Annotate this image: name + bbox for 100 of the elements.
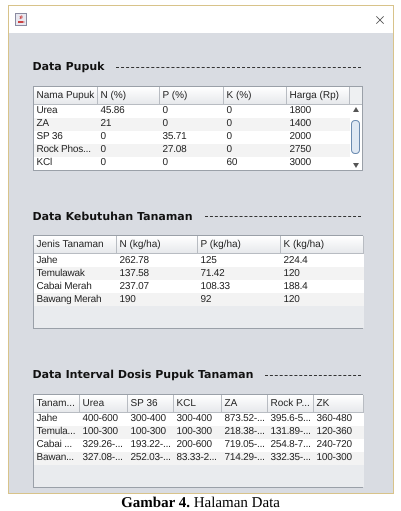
figure-caption: Gambar 4. Halaman Data bbox=[121, 496, 280, 511]
column-header[interactable]: N (kg/ha) bbox=[116, 236, 198, 254]
table-cell-text: 252.03-... bbox=[130, 452, 172, 464]
table-cell-text: 120 bbox=[282, 267, 301, 280]
table-cell-text: 329.26-... bbox=[82, 438, 124, 452]
table-cell-text: 0 bbox=[100, 156, 107, 170]
table-cell-text: 218.38-... bbox=[224, 426, 266, 438]
table-row[interactable]: Cabai Merah 237.07 108.33 188.4 bbox=[34, 280, 364, 293]
table-cell-text: 300-400 bbox=[176, 412, 213, 426]
column-header[interactable]: P (kg/ha) bbox=[198, 236, 280, 254]
scroll-thumb[interactable] bbox=[351, 120, 360, 154]
table-cell-text: 100-300 bbox=[316, 452, 353, 464]
column-header[interactable]: Tanam... bbox=[34, 394, 80, 412]
table-row[interactable]: ZA 21 0 0 1400 bbox=[34, 118, 350, 130]
table-cell-text: 237.07 bbox=[118, 280, 150, 293]
table-cell-text: 131.89-... bbox=[270, 426, 312, 438]
column-header[interactable]: Urea bbox=[80, 394, 128, 412]
column-header[interactable]: Rock P... bbox=[268, 394, 314, 412]
cup-icon bbox=[14, 13, 26, 26]
section-heading: Data Interval Dosis Pupuk Tanaman bbox=[32, 367, 254, 383]
column-header[interactable]: KCL bbox=[174, 394, 222, 412]
table-cell-text: KCl bbox=[36, 156, 54, 170]
table-cell-text: 83.33-2... bbox=[176, 452, 218, 464]
table-cell-text: 360-480 bbox=[316, 412, 353, 426]
column-header[interactable]: N (%) bbox=[98, 86, 160, 104]
table-cell-text: 120-360 bbox=[316, 426, 353, 438]
table-cell-text: 100-300 bbox=[130, 426, 167, 438]
table-row[interactable]: Temulawak 137.58 71.42 120 bbox=[34, 267, 364, 280]
table-cell-text: 327.08-... bbox=[82, 452, 124, 464]
table-cell-text: SP 36 bbox=[36, 130, 64, 144]
table-cell-text: 0 bbox=[226, 144, 233, 156]
table-cell-text: 240-720 bbox=[316, 438, 353, 452]
table-cell-text: 92 bbox=[200, 293, 212, 306]
table-cell-text: 35.71 bbox=[162, 130, 188, 144]
table-cell-text: 0 bbox=[162, 104, 169, 118]
table-cell-text: Urea bbox=[36, 104, 58, 118]
table-row[interactable]: Bawang Merah 190 92 120 bbox=[34, 293, 364, 306]
table-cell-text: 0 bbox=[226, 104, 233, 118]
scrollbar[interactable] bbox=[350, 104, 362, 170]
table-cell-text: 0 bbox=[226, 130, 233, 144]
section-heading: Data Kebutuhan Tanaman bbox=[32, 208, 193, 224]
table-cell-text: 188.4 bbox=[282, 280, 309, 293]
table-cell-text: 714.29-... bbox=[224, 452, 266, 464]
table-cell-text: 60 bbox=[226, 156, 238, 170]
column-header[interactable]: K (%) bbox=[224, 86, 286, 104]
table-cell-text: ZA bbox=[36, 118, 50, 130]
table-cell-text: 873.52-... bbox=[224, 412, 266, 426]
table-cell-text: 0 bbox=[100, 130, 107, 144]
column-header[interactable]: P (%) bbox=[160, 86, 224, 104]
table-cell-text: Temula... bbox=[36, 426, 76, 438]
table-row[interactable]: KCl 0 0 60 3000 bbox=[34, 156, 350, 170]
column-header[interactable]: SP 36 bbox=[128, 394, 174, 412]
table-cell-text: Jahe bbox=[36, 412, 58, 426]
table-cell-text: 2000 bbox=[288, 130, 312, 144]
table-cell-text: 224.4 bbox=[282, 254, 309, 267]
table-cell-text: 254.8-7... bbox=[270, 438, 312, 452]
column-header[interactable]: Harga (Rp) bbox=[286, 86, 350, 104]
table-cell-text: 137.58 bbox=[118, 267, 150, 280]
table-cell-text: 0 bbox=[226, 118, 233, 130]
table-row[interactable]: Urea 45.86 0 0 1800 bbox=[34, 104, 350, 118]
table-row[interactable]: Jahe 262.78 125 224.4 bbox=[34, 254, 364, 267]
table-cell-text: 100-300 bbox=[176, 426, 213, 438]
up-arrow-icon[interactable] bbox=[352, 106, 358, 112]
table-cell-text: 1800 bbox=[288, 104, 312, 118]
table-row[interactable]: Cabai ... 329.26-... 193.22-... 200-600 719.05-... 254.8-7... 240-720 bbox=[34, 438, 364, 452]
table-cell-text: 719.05-... bbox=[224, 438, 266, 452]
table-cell-text: 27.08 bbox=[162, 144, 188, 156]
table-cell-text: 100-300 bbox=[82, 426, 119, 438]
table-cell-text: Rock Phos... bbox=[36, 144, 92, 156]
down-arrow-icon[interactable] bbox=[352, 162, 358, 168]
table-cell-text: 262.78 bbox=[118, 254, 150, 267]
column-header[interactable]: ZA bbox=[222, 394, 268, 412]
column-header[interactable]: Jenis Tanaman bbox=[34, 236, 116, 254]
table-cell-text: 0 bbox=[162, 118, 169, 130]
table-cell-text: 125 bbox=[200, 254, 218, 267]
column-header[interactable]: ZK bbox=[314, 394, 364, 412]
table-row[interactable]: Jahe 400-600 300-400 300-400 873.52-... 395.6-5... 360-480 bbox=[34, 412, 364, 426]
table-cell-text: 0 bbox=[162, 156, 169, 170]
section-heading: Data Pupuk bbox=[32, 59, 104, 75]
table-cell-text: 2750 bbox=[288, 144, 312, 156]
table-cell-text: 0 bbox=[100, 144, 107, 156]
table-row[interactable]: Bawan... 327.08-... 252.03-... 83.33-2... 714.29-... 332.35-... 100-300 bbox=[34, 452, 364, 464]
table-row[interactable]: Rock Phos... 0 27.08 0 2750 bbox=[34, 144, 350, 156]
table-cell-text: 3000 bbox=[288, 156, 312, 170]
table-cell-text: 400-600 bbox=[82, 412, 119, 426]
table-cell-text: Cabai Merah bbox=[36, 280, 93, 293]
table-cell-text: 1400 bbox=[288, 118, 312, 130]
table-cell-text: 108.33 bbox=[200, 280, 231, 293]
table-row[interactable]: SP 36 0 35.71 0 2000 bbox=[34, 130, 350, 144]
column-header[interactable]: K (kg/ha) bbox=[280, 236, 364, 254]
table-cell-text: 395.6-5... bbox=[270, 412, 312, 426]
table-cell-text: Bawang Merah bbox=[36, 293, 102, 306]
table-row[interactable]: Temula... 100-300 100-300 100-300 218.38-... 131.89-... 120-360 bbox=[34, 426, 364, 438]
column-header[interactable]: Nama Pupuk bbox=[34, 86, 98, 104]
table-cell-text: 193.22-... bbox=[130, 438, 172, 452]
table-cell-text: 71.42 bbox=[200, 267, 226, 280]
table-cell-text: 300-400 bbox=[130, 412, 167, 426]
table-cell-text: 190 bbox=[118, 293, 137, 306]
table-cell-text: 21 bbox=[100, 118, 112, 130]
table-cell-text: Cabai ... bbox=[36, 438, 73, 452]
